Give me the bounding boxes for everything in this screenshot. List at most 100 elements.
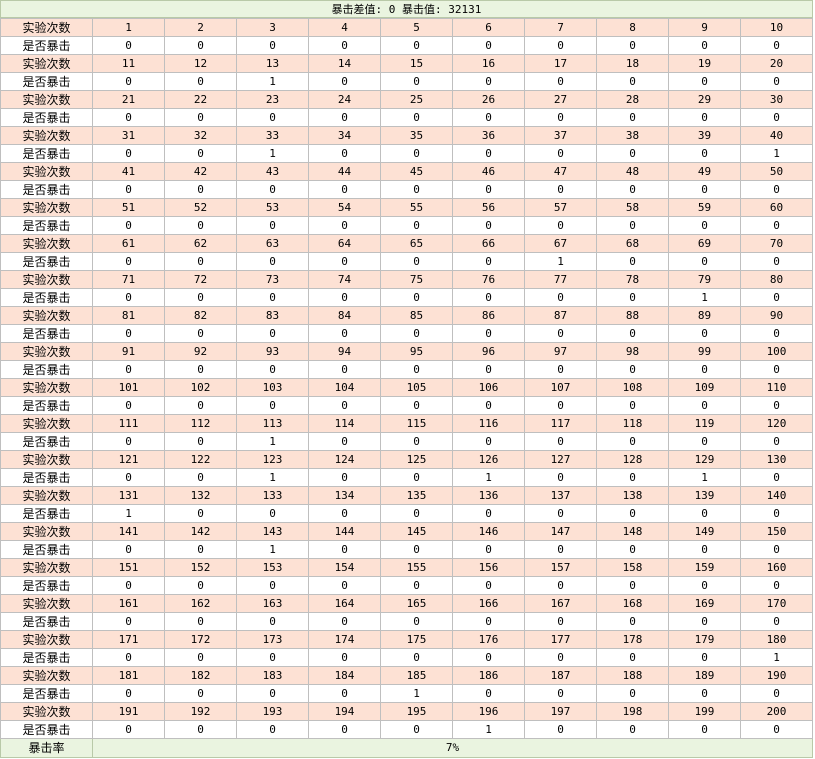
header-title[interactable]: 暴击差值: 0 暴击值: 32131	[0, 0, 813, 18]
trial-number-cell[interactable]: 61	[92, 234, 165, 253]
trial-number-cell[interactable]: 77	[524, 270, 597, 289]
trial-number-cell[interactable]: 31	[92, 126, 165, 145]
crit-flag-cell[interactable]: 0	[740, 108, 813, 127]
trial-number-cell[interactable]: 79	[668, 270, 741, 289]
crit-flag-cell[interactable]: 0	[740, 720, 813, 739]
trial-number-cell[interactable]: 26	[452, 90, 525, 109]
trial-number-cell[interactable]: 152	[164, 558, 237, 577]
crit-flag-cell[interactable]: 0	[452, 540, 525, 559]
row-label-trial[interactable]: 实验次数	[0, 702, 93, 721]
trial-number-cell[interactable]: 46	[452, 162, 525, 181]
crit-flag-cell[interactable]: 0	[380, 720, 453, 739]
row-label-trial[interactable]: 实验次数	[0, 18, 93, 37]
trial-number-cell[interactable]: 88	[596, 306, 669, 325]
crit-flag-cell[interactable]: 0	[668, 396, 741, 415]
crit-flag-cell[interactable]: 0	[92, 432, 165, 451]
crit-flag-cell[interactable]: 0	[308, 684, 381, 703]
trial-number-cell[interactable]: 60	[740, 198, 813, 217]
trial-number-cell[interactable]: 28	[596, 90, 669, 109]
crit-flag-cell[interactable]: 0	[164, 360, 237, 379]
crit-flag-cell[interactable]: 0	[668, 324, 741, 343]
trial-number-cell[interactable]: 21	[92, 90, 165, 109]
crit-flag-cell[interactable]: 0	[380, 180, 453, 199]
trial-number-cell[interactable]: 38	[596, 126, 669, 145]
crit-flag-cell[interactable]: 0	[524, 72, 597, 91]
trial-number-cell[interactable]: 115	[380, 414, 453, 433]
trial-number-cell[interactable]: 153	[236, 558, 309, 577]
crit-rate-label[interactable]: 暴击率	[0, 738, 93, 758]
trial-number-cell[interactable]: 5	[380, 18, 453, 37]
trial-number-cell[interactable]: 130	[740, 450, 813, 469]
trial-number-cell[interactable]: 56	[452, 198, 525, 217]
crit-flag-cell[interactable]: 0	[308, 216, 381, 235]
crit-flag-cell[interactable]: 0	[740, 36, 813, 55]
trial-number-cell[interactable]: 180	[740, 630, 813, 649]
crit-flag-cell[interactable]: 0	[452, 288, 525, 307]
trial-number-cell[interactable]: 11	[92, 54, 165, 73]
crit-flag-cell[interactable]: 0	[524, 360, 597, 379]
trial-number-cell[interactable]: 179	[668, 630, 741, 649]
row-label-crit[interactable]: 是否暴击	[0, 72, 93, 91]
crit-flag-cell[interactable]: 0	[452, 684, 525, 703]
trial-number-cell[interactable]: 53	[236, 198, 309, 217]
row-label-crit[interactable]: 是否暴击	[0, 720, 93, 739]
crit-flag-cell[interactable]: 0	[380, 360, 453, 379]
crit-flag-cell[interactable]: 0	[452, 252, 525, 271]
row-label-crit[interactable]: 是否暴击	[0, 576, 93, 595]
trial-number-cell[interactable]: 143	[236, 522, 309, 541]
trial-number-cell[interactable]: 39	[668, 126, 741, 145]
row-label-crit[interactable]: 是否暴击	[0, 684, 93, 703]
trial-number-cell[interactable]: 23	[236, 90, 309, 109]
crit-flag-cell[interactable]: 0	[596, 540, 669, 559]
crit-flag-cell[interactable]: 0	[596, 468, 669, 487]
crit-flag-cell[interactable]: 1	[524, 252, 597, 271]
trial-number-cell[interactable]: 169	[668, 594, 741, 613]
trial-number-cell[interactable]: 108	[596, 378, 669, 397]
crit-flag-cell[interactable]: 0	[164, 504, 237, 523]
crit-flag-cell[interactable]: 1	[92, 504, 165, 523]
trial-number-cell[interactable]: 52	[164, 198, 237, 217]
crit-flag-cell[interactable]: 0	[308, 648, 381, 667]
crit-flag-cell[interactable]: 0	[308, 504, 381, 523]
trial-number-cell[interactable]: 17	[524, 54, 597, 73]
row-label-crit[interactable]: 是否暴击	[0, 216, 93, 235]
crit-flag-cell[interactable]: 0	[92, 72, 165, 91]
crit-flag-cell[interactable]: 0	[236, 504, 309, 523]
crit-flag-cell[interactable]: 0	[524, 540, 597, 559]
row-label-trial[interactable]: 实验次数	[0, 558, 93, 577]
crit-flag-cell[interactable]: 0	[164, 540, 237, 559]
crit-flag-cell[interactable]: 0	[308, 180, 381, 199]
crit-flag-cell[interactable]: 0	[596, 432, 669, 451]
trial-number-cell[interactable]: 85	[380, 306, 453, 325]
crit-flag-cell[interactable]: 1	[668, 288, 741, 307]
trial-number-cell[interactable]: 158	[596, 558, 669, 577]
trial-number-cell[interactable]: 16	[452, 54, 525, 73]
crit-flag-cell[interactable]: 0	[236, 684, 309, 703]
crit-flag-cell[interactable]: 0	[308, 72, 381, 91]
trial-number-cell[interactable]: 150	[740, 522, 813, 541]
trial-number-cell[interactable]: 192	[164, 702, 237, 721]
trial-number-cell[interactable]: 2	[164, 18, 237, 37]
trial-number-cell[interactable]: 89	[668, 306, 741, 325]
row-label-trial[interactable]: 实验次数	[0, 414, 93, 433]
trial-number-cell[interactable]: 27	[524, 90, 597, 109]
trial-number-cell[interactable]: 119	[668, 414, 741, 433]
trial-number-cell[interactable]: 35	[380, 126, 453, 145]
trial-number-cell[interactable]: 99	[668, 342, 741, 361]
crit-flag-cell[interactable]: 0	[236, 396, 309, 415]
trial-number-cell[interactable]: 70	[740, 234, 813, 253]
trial-number-cell[interactable]: 54	[308, 198, 381, 217]
crit-flag-cell[interactable]: 0	[452, 576, 525, 595]
crit-flag-cell[interactable]: 0	[452, 216, 525, 235]
crit-flag-cell[interactable]: 0	[164, 396, 237, 415]
crit-flag-cell[interactable]: 0	[596, 252, 669, 271]
crit-flag-cell[interactable]: 0	[308, 540, 381, 559]
trial-number-cell[interactable]: 62	[164, 234, 237, 253]
trial-number-cell[interactable]: 155	[380, 558, 453, 577]
crit-flag-cell[interactable]: 0	[308, 720, 381, 739]
crit-flag-cell[interactable]: 0	[452, 324, 525, 343]
trial-number-cell[interactable]: 102	[164, 378, 237, 397]
crit-flag-cell[interactable]: 0	[380, 504, 453, 523]
trial-number-cell[interactable]: 173	[236, 630, 309, 649]
crit-flag-cell[interactable]: 0	[236, 180, 309, 199]
